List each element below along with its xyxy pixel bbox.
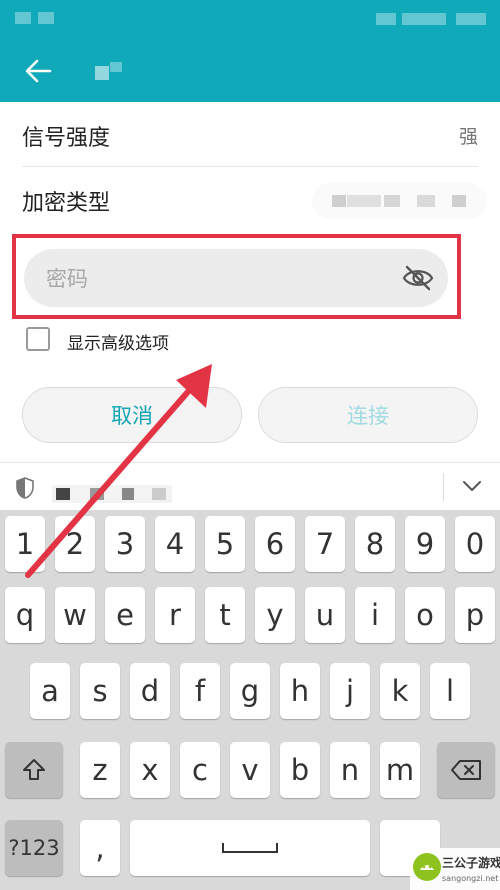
back-arrow-icon[interactable]: [22, 54, 56, 88]
title-blur: [95, 66, 109, 80]
backspace-key[interactable]: [437, 742, 495, 798]
status-bar: [0, 0, 500, 40]
key-z[interactable]: z: [80, 742, 120, 798]
space-key[interactable]: [130, 820, 370, 876]
key-9[interactable]: 9: [405, 516, 445, 572]
key-1[interactable]: 1: [5, 516, 45, 572]
advanced-options-checkbox[interactable]: [26, 327, 50, 351]
key-a[interactable]: a: [30, 663, 70, 719]
advanced-options-label[interactable]: 显示高级选项: [67, 329, 169, 354]
key-s[interactable]: s: [80, 663, 120, 719]
key-l[interactable]: l: [430, 663, 470, 719]
status-left-blur-2: [38, 12, 54, 24]
key-b[interactable]: b: [280, 742, 320, 798]
key-x[interactable]: x: [130, 742, 170, 798]
key-2[interactable]: 2: [55, 516, 95, 572]
key-5[interactable]: 5: [205, 516, 245, 572]
status-left-blur: [15, 12, 31, 24]
watermark-name: 三公子游戏网: [442, 856, 500, 870]
key-r[interactable]: r: [155, 587, 195, 643]
key-o[interactable]: o: [405, 587, 445, 643]
key-d[interactable]: d: [130, 663, 170, 719]
key-y[interactable]: y: [255, 587, 295, 643]
key-n[interactable]: n: [330, 742, 370, 798]
backspace-icon: [451, 760, 481, 780]
status-right-blur-3: [456, 13, 486, 25]
shift-key[interactable]: [5, 742, 63, 798]
status-right-blur: [376, 13, 396, 25]
key-m[interactable]: m: [380, 742, 420, 798]
key-8[interactable]: 8: [355, 516, 395, 572]
key-6[interactable]: 6: [255, 516, 295, 572]
symbols-key[interactable]: ?123: [5, 820, 63, 876]
key-t[interactable]: t: [205, 587, 245, 643]
key-f[interactable]: f: [180, 663, 220, 719]
toolbar-redacted: [52, 485, 172, 503]
watermark-logo-icon: [413, 853, 441, 881]
key-u[interactable]: u: [305, 587, 345, 643]
comma-key[interactable]: ,: [80, 820, 120, 876]
key-w[interactable]: w: [55, 587, 95, 643]
status-right-blur-2: [402, 13, 446, 25]
key-4[interactable]: 4: [155, 516, 195, 572]
key-g[interactable]: g: [230, 663, 270, 719]
encryption-type-label: 加密类型: [22, 191, 111, 216]
chevron-down-icon[interactable]: [461, 479, 483, 493]
keyboard: 1 2 3 4 5 6 7 8 9 0 q w e r t y u i o p …: [0, 510, 500, 890]
encryption-type-row: 加密类型: [0, 167, 500, 233]
signal-strength-row: 信号强度 强: [0, 102, 500, 168]
watermark-url: sangongzi.net: [442, 874, 499, 883]
key-e[interactable]: e: [105, 587, 145, 643]
annotation-highlight-box: [12, 234, 461, 319]
shift-icon: [23, 759, 45, 780]
key-7[interactable]: 7: [305, 516, 345, 572]
key-i[interactable]: i: [355, 587, 395, 643]
signal-strength-value: 强: [458, 126, 478, 148]
key-3[interactable]: 3: [105, 516, 145, 572]
space-icon: [222, 843, 278, 853]
key-k[interactable]: k: [380, 663, 420, 719]
key-h[interactable]: h: [280, 663, 320, 719]
key-j[interactable]: j: [330, 663, 370, 719]
watermark: 三公子游戏网 sangongzi.net: [410, 848, 500, 890]
key-p[interactable]: p: [455, 587, 495, 643]
toolbar-divider: [443, 473, 444, 501]
title-bar: [0, 40, 500, 102]
title-blur-2: [110, 62, 122, 72]
shield-icon: [16, 477, 34, 499]
signal-strength-label: 信号强度: [22, 126, 111, 151]
cancel-button[interactable]: 取消: [22, 387, 242, 443]
key-q[interactable]: q: [5, 587, 45, 643]
key-v[interactable]: v: [230, 742, 270, 798]
keyboard-toolbar: [0, 462, 500, 511]
key-0[interactable]: 0: [455, 516, 495, 572]
key-c[interactable]: c: [180, 742, 220, 798]
encryption-value-redacted: [312, 183, 487, 219]
connect-button[interactable]: 连接: [258, 387, 478, 443]
